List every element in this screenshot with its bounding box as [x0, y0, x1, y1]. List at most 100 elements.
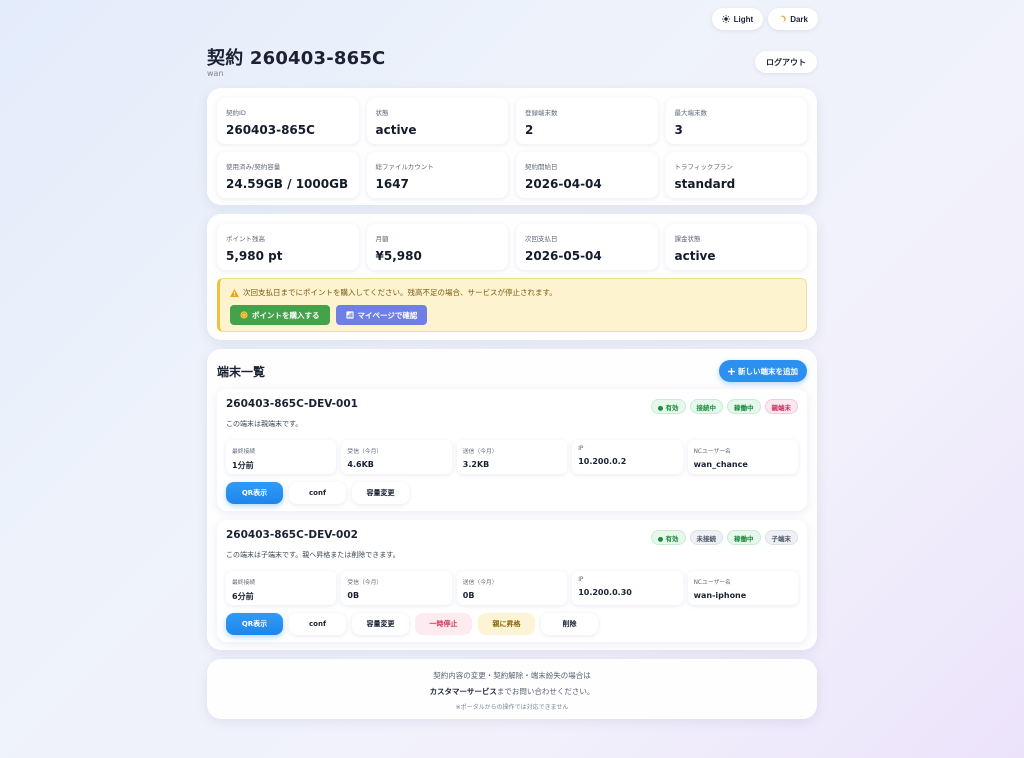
footer-line2: カスタマーサービスまでお問い合わせください。 — [217, 686, 807, 697]
conf-button[interactable]: conf — [289, 613, 346, 635]
capacity-change-button[interactable]: 容量変更 — [352, 613, 409, 635]
stat-start-date: 契約開始日 2026-04-04 — [516, 152, 658, 198]
device-stat-value: 10.200.0.30 — [578, 588, 632, 597]
stat-monthly-fee: 月額 ¥5,980 — [366, 224, 508, 270]
stat-value: active — [375, 123, 417, 137]
add-device-button[interactable]: 新しい端末を追加 — [719, 360, 807, 382]
stat-value: standard — [674, 177, 736, 191]
device-stat: IP 10.200.0.30 — [572, 571, 683, 605]
devices-header: 端末一覧 新しい端末を追加 — [217, 359, 807, 383]
device-stat-value: 0B — [462, 591, 475, 600]
stat-value: 2026-04-04 — [525, 177, 602, 191]
device-stat-label: NCユーザー名 — [693, 449, 731, 455]
page-title: 契約 260403-865C — [207, 48, 386, 69]
stat-label: 総ファイルカウント — [375, 163, 434, 171]
devices-title: 端末一覧 — [217, 364, 266, 379]
device-stat: NCユーザー名 wan-iphone — [687, 571, 798, 605]
delete-button[interactable]: 削除 — [541, 613, 598, 635]
device-stat-value: 3.2KB — [462, 460, 490, 469]
stat-label: 登録端末数 — [525, 109, 558, 117]
stat-max-devices: 最大端末数 3 — [665, 98, 807, 144]
warning-icon — [230, 288, 239, 297]
device-stat-label: 最終接続 — [232, 449, 256, 455]
stat-point-balance: ポイント残高 5,980 pt — [217, 224, 359, 270]
warning-message: 次回支払日までにポイントを購入してください。残高不足の場合、サービスが停止されま… — [230, 287, 796, 298]
customer-service-link: カスタマーサービス — [429, 687, 497, 696]
device-header: 260403-865C-DEV-001 ● 有効 接続中 稼働中 親端末 — [226, 398, 798, 414]
promote-button[interactable]: 親に昇格 — [478, 613, 535, 635]
stat-value: active — [674, 249, 716, 263]
device-stat-value: 6分前 — [232, 592, 254, 601]
add-device-label: 新しい端末を追加 — [738, 366, 798, 376]
device-card: 260403-865C-DEV-001 ● 有効 接続中 稼働中 親端末 この端… — [217, 389, 807, 511]
stat-label: 状態 — [375, 109, 389, 117]
stat-value: ¥5,980 — [375, 249, 422, 263]
billing-card: ポイント残高 5,980 pt 月額 ¥5,980 次回支払日 2026-05-04 … — [207, 214, 817, 340]
stat-value: 5,980 pt — [226, 249, 283, 263]
qr-button[interactable]: QR表示 — [226, 613, 283, 635]
device-badges: ● 有効 接続中 稼働中 親端末 — [650, 399, 798, 414]
contract-stats: 契約ID 260403-865C 状態 active 登録端末数 2 最大端末数 3 使… — [217, 98, 807, 198]
role-badge: 子端末 — [764, 530, 798, 545]
header: 契約 260403-865C wan ログアウト — [207, 0, 817, 88]
device-stat-label: IP — [578, 446, 584, 452]
footer-note: ※ポータルからの操作では対応できません — [455, 704, 569, 711]
status-badge-running: 稼働中 — [727, 530, 761, 545]
footer-card: 契約内容の変更・契約解除・端末紛失の場合は カスタマーサービスまでお問い合わせく… — [207, 659, 817, 719]
status-badge-enabled: ● 有効 — [650, 530, 686, 545]
footer-line1: 契約内容の変更・契約解除・端末紛失の場合は — [433, 671, 591, 680]
stat-label: 月額 — [375, 235, 389, 243]
pause-button[interactable]: 一時停止 — [415, 613, 472, 635]
device-stat-value: 0B — [347, 591, 360, 600]
device-stat-value: 10.200.0.2 — [578, 457, 627, 466]
stat-value: 2 — [525, 123, 534, 137]
coin-icon — [240, 311, 248, 319]
stat-storage: 使用済み/契約容量 24.59GB / 1000GB — [217, 152, 359, 198]
buy-points-label: ポイントを購入する — [252, 310, 320, 320]
stat-file-count: 総ファイルカウント 1647 — [366, 152, 508, 198]
device-stats: 最終接続 6分前 受信（今月） 0B 送信（今月） 0B IP 10.200.0.30 … — [226, 571, 798, 605]
device-actions: QR表示 conf 容量変更 — [226, 482, 798, 504]
buy-points-button[interactable]: ポイントを購入する — [230, 305, 330, 325]
page: 契約 260403-865C wan ログアウト 契約ID 260403-865C… — [207, 0, 817, 719]
chart-icon — [345, 311, 354, 319]
stat-label: 課金状態 — [674, 235, 701, 243]
status-badge-connection: 未接続 — [689, 530, 723, 545]
stat-billing-status: 課金状態 active — [665, 224, 807, 270]
logout-button[interactable]: ログアウト — [755, 51, 817, 73]
qr-button[interactable]: QR表示 — [226, 482, 283, 504]
status-badge-enabled: ● 有効 — [650, 399, 686, 414]
device-stat: 最終接続 1分前 — [226, 440, 337, 474]
devices-card: 端末一覧 新しい端末を追加 260403-865C-DEV-001 ● 有効 接… — [207, 349, 817, 650]
mypage-button[interactable]: マイページで確認 — [335, 305, 428, 325]
stat-traffic-plan: トラフィックプラン standard — [665, 152, 807, 198]
plus-icon — [728, 367, 735, 375]
stat-label: ポイント残高 — [226, 235, 265, 243]
device-stat-label: 最終接続 — [232, 580, 256, 586]
warning-text: 次回支払日までにポイントを購入してください。残高不足の場合、サービスが停止されま… — [243, 288, 557, 297]
stat-label: 使用済み/契約容量 — [226, 163, 281, 171]
footer-line2-rest: までお問い合わせください。 — [496, 687, 595, 696]
stat-contract-id: 契約ID 260403-865C — [217, 98, 359, 144]
device-stat: NCユーザー名 wan_chance — [687, 440, 798, 474]
stat-value: 260403-865C — [226, 123, 315, 137]
capacity-change-button[interactable]: 容量変更 — [352, 482, 409, 504]
contract-card: 契約ID 260403-865C 状態 active 登録端末数 2 最大端末数 3 使… — [207, 88, 817, 205]
device-header: 260403-865C-DEV-002 ● 有効 未接続 稼働中 子端末 — [226, 529, 798, 545]
stat-next-payment: 次回支払日 2026-05-04 — [516, 224, 658, 270]
conf-button[interactable]: conf — [289, 482, 346, 504]
device-stat-value: wan_chance — [693, 460, 748, 469]
stat-label: トラフィックプラン — [674, 163, 733, 171]
device-stat-label: 送信（今月） — [462, 580, 498, 586]
device-stat-label: IP — [578, 577, 584, 583]
stat-value: 2026-05-04 — [525, 249, 602, 263]
status-badge-connection: 接続中 — [689, 399, 723, 414]
device-stat-label: 受信（今月） — [347, 449, 383, 455]
device-stat-value: wan-iphone — [693, 591, 747, 600]
stat-value: 24.59GB / 1000GB — [226, 177, 349, 191]
device-stat-value: 4.6KB — [347, 460, 374, 469]
stat-value: 1647 — [375, 177, 409, 191]
stat-label: 契約ID — [226, 109, 246, 117]
warning-actions: ポイントを購入する マイページで確認 — [230, 305, 796, 325]
mypage-label: マイページで確認 — [357, 310, 418, 320]
